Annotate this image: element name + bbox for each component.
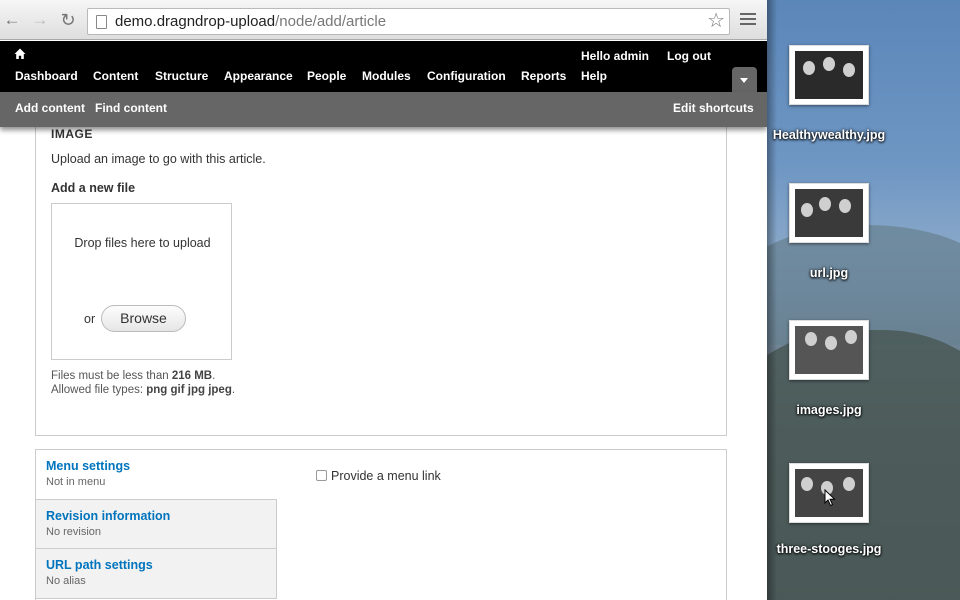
photo-detail: [825, 336, 837, 350]
browser-menu-icon[interactable]: [740, 10, 756, 28]
vertical-tab-list: Menu settings Not in menu Revision infor…: [36, 450, 277, 600]
bookmark-star-icon[interactable]: ☆: [707, 9, 725, 34]
browser-toolbar: ← → ↻ demo.dragndrop-upload/node/add/art…: [0, 0, 767, 40]
url-host: demo.dragndrop-upload: [115, 13, 276, 30]
vtab-revision-information[interactable]: Revision information No revision: [36, 499, 277, 549]
provide-menu-link-option[interactable]: Provide a menu link: [316, 469, 441, 483]
photo: [795, 51, 863, 99]
photo-detail: [803, 61, 815, 75]
desktop-file-name: images.jpg: [796, 403, 862, 417]
vtab-summary: No alias: [46, 575, 86, 587]
toolbar-item-structure[interactable]: Structure: [155, 69, 208, 83]
url-text[interactable]: demo.dragndrop-upload/node/add/article: [115, 9, 386, 34]
back-arrow-icon[interactable]: ←: [2, 10, 22, 30]
shortcut-add-content[interactable]: Add content: [15, 101, 85, 115]
vtab-url-path-settings[interactable]: URL path settings No alias: [36, 549, 277, 599]
desktop-file-name: url.jpg: [809, 266, 849, 280]
provide-menu-link-checkbox[interactable]: [316, 470, 327, 481]
file-size-limit: Files must be less than 216 MB.: [51, 369, 235, 383]
size-prefix: Files must be less than: [51, 370, 172, 382]
shortcut-find-content[interactable]: Find content: [95, 101, 167, 115]
greeting-prefix: Hello: [581, 49, 614, 63]
toolbar-item-appearance[interactable]: Appearance: [224, 69, 293, 83]
size-value: 216 MB: [171, 370, 213, 382]
desktop-file[interactable]: Healthywealthy.jpg: [769, 45, 889, 143]
toolbar-item-modules[interactable]: Modules: [362, 69, 411, 83]
image-thumbnail[interactable]: [789, 183, 869, 243]
desktop-file[interactable]: images.jpg: [769, 320, 889, 418]
edit-shortcuts-link[interactable]: Edit shortcuts: [673, 101, 754, 115]
photo-detail: [801, 203, 813, 217]
desktop-file[interactable]: url.jpg: [769, 183, 889, 281]
photo-detail: [843, 477, 855, 491]
toolbar-item-reports[interactable]: Reports: [521, 69, 566, 83]
photo-detail: [845, 330, 857, 344]
photo-detail: [823, 57, 835, 71]
username-link[interactable]: admin: [614, 49, 649, 63]
desktop: Healthywealthy.jpg url.jpg images.jpg th…: [767, 0, 960, 600]
help-link[interactable]: Help: [581, 69, 607, 83]
photo: [795, 189, 863, 237]
reload-icon[interactable]: ↻: [58, 10, 78, 30]
photo-detail: [805, 332, 817, 346]
add-new-file-label: Add a new file: [51, 181, 136, 195]
address-bar[interactable]: demo.dragndrop-upload/node/add/article ☆: [87, 8, 730, 35]
home-icon[interactable]: [14, 48, 26, 60]
vtab-menu-settings[interactable]: Menu settings Not in menu: [36, 450, 277, 500]
types-prefix: Allowed file types:: [51, 384, 147, 396]
or-text: or: [84, 312, 96, 326]
photo-detail: [843, 63, 855, 77]
size-suffix: .: [212, 370, 216, 382]
page-icon: [96, 15, 107, 29]
vtab-summary: No revision: [46, 526, 102, 538]
toolbar-item-configuration[interactable]: Configuration: [427, 69, 506, 83]
url-path: /node/add/article: [275, 13, 387, 30]
file-upload-help: Files must be less than 216 MB. Allowed …: [51, 369, 235, 397]
provide-menu-link-label: Provide a menu link: [331, 469, 441, 483]
types-suffix: .: [231, 384, 236, 396]
photo-detail: [839, 199, 851, 213]
toolbar-item-content[interactable]: Content: [93, 69, 138, 83]
mouse-cursor-icon: [824, 489, 836, 507]
photo-detail: [819, 197, 831, 211]
file-dropzone[interactable]: Drop files here to upload or Browse: [51, 203, 232, 360]
forward-arrow-icon[interactable]: →: [30, 10, 50, 30]
photo: [795, 326, 863, 374]
user-greeting: Hello admin: [581, 49, 649, 63]
vtab-summary: Not in menu: [46, 476, 106, 488]
vtab-title[interactable]: Menu settings: [46, 459, 277, 473]
dropzone-text: Drop files here to upload: [74, 236, 211, 250]
toolbar-item-people[interactable]: People: [307, 69, 346, 83]
browser-window: ← → ↻ demo.dragndrop-upload/node/add/art…: [0, 0, 767, 600]
browse-button[interactable]: Browse: [101, 305, 186, 332]
logout-link[interactable]: Log out: [667, 49, 711, 63]
allowed-file-types: Allowed file types: png gif jpg jpeg.: [51, 383, 235, 397]
desktop-file-name: three-stooges.jpg: [776, 542, 882, 556]
toolbar-item-dashboard[interactable]: Dashboard: [15, 69, 78, 83]
shortcuts-toggle-icon[interactable]: [732, 67, 757, 92]
image-thumbnail[interactable]: [789, 45, 869, 105]
photo-detail: [801, 477, 813, 491]
image-field-description: Upload an image to go with this article.: [51, 152, 266, 166]
image-thumbnail[interactable]: [789, 320, 869, 380]
desktop-file-name: Healthywealthy.jpg: [772, 128, 886, 142]
admin-toolbar: Dashboard Content Structure Appearance P…: [0, 41, 767, 92]
types-value: png gif jpg jpeg: [146, 384, 232, 396]
image-field-legend: IMAGE: [51, 127, 93, 141]
vtab-title[interactable]: URL path settings: [46, 558, 276, 572]
desktop-file[interactable]: three-stooges.jpg: [769, 463, 889, 557]
shortcuts-bar: Add content Find content Edit shortcuts: [0, 92, 767, 127]
vtab-title[interactable]: Revision information: [46, 509, 276, 523]
